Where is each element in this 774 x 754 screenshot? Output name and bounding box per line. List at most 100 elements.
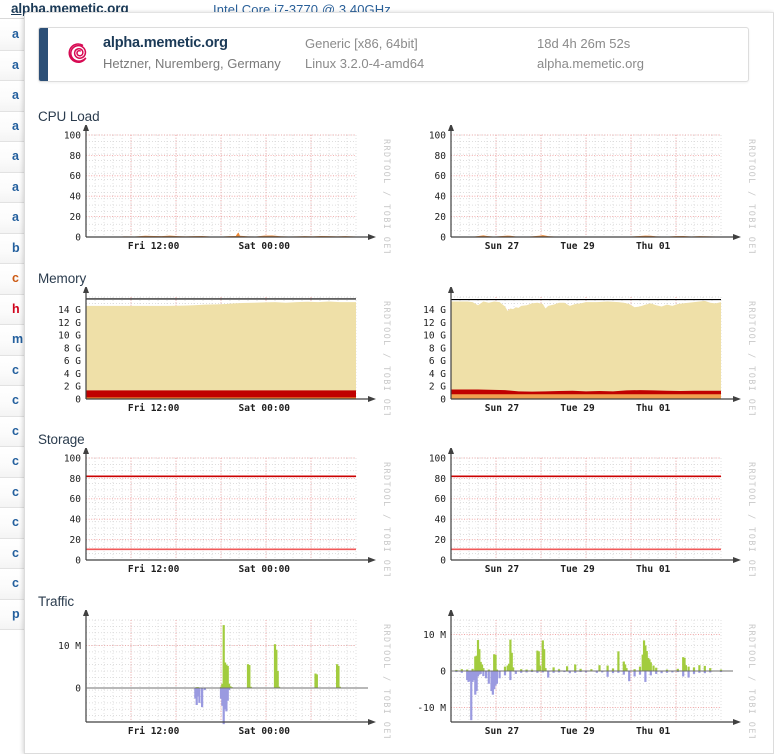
list-item-label: p — [12, 606, 20, 621]
svg-text:Thu 01: Thu 01 — [636, 564, 671, 575]
svg-text:Tue 29: Tue 29 — [560, 241, 595, 252]
svg-text:2 G: 2 G — [64, 382, 81, 393]
svg-text:0: 0 — [75, 232, 81, 243]
rrdtool-watermark: RRDTOOL / TOBI OETIKER — [381, 139, 391, 253]
debian-swirl-icon — [68, 43, 87, 63]
list-item-label: a — [12, 179, 19, 194]
svg-text:60: 60 — [435, 494, 447, 505]
svg-text:80: 80 — [70, 474, 82, 485]
graph-storage-day[interactable]: 0 20 40 60 80 100 Fri 12:00 Sat 00:00 RRDTOOL / … — [38, 448, 393, 576]
svg-text:100: 100 — [64, 453, 81, 464]
svg-text:100: 100 — [64, 130, 81, 141]
svg-text:12 G: 12 G — [423, 318, 446, 329]
svg-text:20: 20 — [435, 535, 447, 546]
svg-text:Thu 01: Thu 01 — [636, 726, 671, 737]
list-item-label: c — [12, 362, 19, 377]
graph-memory-week[interactable]: 02 G 4 G 6 G 8 G 10 G 12 G 14 G Sun 27 Tue 29 Thu… — [403, 287, 758, 415]
svg-text:0: 0 — [75, 683, 81, 694]
svg-text:Sat 00:00: Sat 00:00 — [239, 403, 291, 414]
list-item-label: m — [12, 332, 24, 346]
svg-text:60: 60 — [435, 171, 447, 182]
list-item-label: a — [12, 27, 19, 41]
svg-text:8 G: 8 G — [429, 343, 446, 354]
svg-text:Sun 27: Sun 27 — [485, 403, 519, 414]
svg-text:Sun 27: Sun 27 — [485, 241, 519, 252]
list-item-label: b — [12, 240, 20, 255]
list-item-label: c — [12, 545, 19, 560]
list-item-label: c — [12, 393, 19, 407]
svg-text:Sun 27: Sun 27 — [485, 564, 519, 575]
host-arch: Generic [x86, 64bit] — [305, 36, 418, 51]
svg-text:2 G: 2 G — [429, 382, 446, 393]
host-uptime: 18d 4h 26m 52s — [537, 36, 631, 51]
svg-text:4 G: 4 G — [64, 369, 81, 380]
svg-text:0: 0 — [440, 232, 446, 243]
svg-text:0: 0 — [440, 394, 446, 405]
svg-text:10 G: 10 G — [58, 331, 81, 342]
list-item-label: a — [12, 149, 19, 163]
svg-text:Thu 01: Thu 01 — [636, 403, 671, 414]
rrdtool-watermark: RRDTOOL / TOBI OETIKER — [746, 301, 756, 415]
svg-text:Thu 01: Thu 01 — [636, 241, 671, 252]
section-label-memory: Memory — [38, 271, 87, 286]
graph-cpu-load-week[interactable]: 0 20 40 60 80 100 Sun 27 Tue 29 Thu 01 RRDTOOL / … — [403, 125, 758, 253]
svg-text:Fri 12:00: Fri 12:00 — [128, 726, 180, 737]
host-location: Hetzner, Nuremberg, Germany — [103, 56, 281, 71]
svg-text:Sat 00:00: Sat 00:00 — [239, 564, 291, 575]
list-item-label: a — [12, 57, 19, 72]
list-item-label: a — [12, 88, 19, 102]
list-item-label: c — [12, 576, 19, 590]
svg-text:40: 40 — [435, 515, 447, 526]
rrdtool-watermark: RRDTOOL / TOBI OETIKER — [381, 462, 391, 576]
rrd-graph: 0 20 40 60 80 100 Fri 12:00 Sat 00:00 RRDTOOL / … — [64, 448, 391, 576]
svg-text:20: 20 — [70, 535, 82, 546]
svg-text:Fri 12:00: Fri 12:00 — [128, 241, 180, 252]
rrd-graph: -10 M 0 10 M Sun 27 Tue 29 Thu 01 RRDTOOL / TO… — [417, 610, 756, 738]
svg-text:Tue 29: Tue 29 — [560, 403, 595, 414]
graph-cpu-load-day[interactable]: 0 20 40 60 80 100 Fri 12:00 Sat 00:00 RRDTOOL / … — [38, 125, 393, 253]
svg-text:12 G: 12 G — [58, 318, 81, 329]
svg-text:0: 0 — [75, 555, 81, 566]
graph-memory-day[interactable]: 02 G 4 G 6 G 8 G 10 G 12 G 14 G Fri 12:00 Sat 00… — [38, 287, 393, 415]
svg-text:40: 40 — [435, 192, 447, 203]
svg-text:Tue 29: Tue 29 — [560, 564, 595, 575]
svg-text:8 G: 8 G — [64, 343, 81, 354]
svg-text:Fri 12:00: Fri 12:00 — [128, 564, 180, 575]
svg-text:14 G: 14 G — [423, 305, 446, 316]
svg-text:Tue 29: Tue 29 — [560, 726, 595, 737]
svg-text:6 G: 6 G — [429, 356, 446, 367]
svg-text:10 M: 10 M — [58, 641, 81, 652]
svg-text:14 G: 14 G — [58, 305, 81, 316]
svg-text:20: 20 — [435, 212, 447, 223]
rrd-graph: 02 G 4 G 6 G 8 G10 G 12 G 14 G Fri 12:00 Sat 00… — [58, 287, 391, 415]
rrd-graph: 0 20 40 60 80 100 Fri 12:00 Sat 00:00 RRDTOOL / … — [64, 125, 391, 253]
svg-text:80: 80 — [435, 151, 447, 162]
svg-text:20: 20 — [70, 212, 82, 223]
svg-text:0: 0 — [440, 666, 446, 677]
svg-text:40: 40 — [70, 192, 82, 203]
graph-traffic-day[interactable]: 0 10 M Fri 12:00 Sat 00:00 RRDTOOL / TOBI OE… — [38, 610, 393, 738]
rrd-graph: 0 20 40 60 80 100 Sun 27 Tue 29 Thu 01 RRDTOOL / … — [429, 448, 756, 576]
svg-text:Sat 00:00: Sat 00:00 — [239, 241, 291, 252]
list-item-label: c — [12, 515, 19, 529]
host-kernel: Linux 3.2.0-4-amd64 — [305, 56, 425, 71]
section-label-storage: Storage — [38, 432, 85, 447]
svg-text:60: 60 — [70, 494, 82, 505]
rrdtool-watermark: RRDTOOL / TOBI OETIKER — [746, 462, 756, 576]
svg-text:100: 100 — [429, 453, 446, 464]
list-item-label: c — [12, 271, 19, 285]
host-name: alpha.memetic.org — [103, 35, 228, 51]
graph-traffic-week[interactable]: -10 M 0 10 M Sun 27 Tue 29 Thu 01 RRDTOOL / TO… — [403, 610, 758, 738]
list-item-label: c — [12, 484, 19, 499]
svg-text:4 G: 4 G — [429, 369, 446, 380]
svg-text:Sun 27: Sun 27 — [485, 726, 519, 737]
list-item-label: c — [12, 423, 19, 438]
svg-text:Sat 00:00: Sat 00:00 — [239, 726, 291, 737]
rrdtool-watermark: RRDTOOL / TOBI OETIKER — [381, 301, 391, 415]
svg-text:80: 80 — [70, 151, 82, 162]
svg-text:10 M: 10 M — [423, 630, 446, 641]
rrd-graph: 0 10 M Fri 12:00 Sat 00:00 RRDTOOL / TOBI OE… — [58, 610, 391, 738]
svg-text:Fri 12:00: Fri 12:00 — [128, 403, 180, 414]
graph-storage-week[interactable]: 0 20 40 60 80 100 Sun 27 Tue 29 Thu 01 RRDTOOL / … — [403, 448, 758, 576]
svg-text:6 G: 6 G — [64, 356, 81, 367]
